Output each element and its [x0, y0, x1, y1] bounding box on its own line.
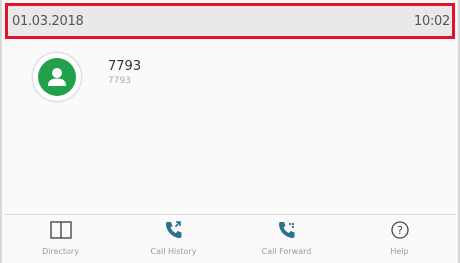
call-history-icon: [162, 219, 186, 241]
softkey-call-forward[interactable]: Call Forward: [230, 215, 343, 261]
directory-icon: [49, 219, 73, 241]
contact-text: 7793 7793: [108, 59, 141, 87]
contact-number: 7793: [108, 76, 131, 86]
status-time: 10:02: [414, 13, 450, 29]
user-icon: [38, 58, 76, 96]
status-bar: 01.03.2018 10:02: [5, 3, 455, 39]
softkey-call-history[interactable]: Call History: [117, 215, 230, 261]
avatar: [32, 52, 82, 102]
softkey-label: Help: [390, 247, 409, 256]
phone-screen: 01.03.2018 10:02 7793 7793 Directory Cal…: [0, 0, 460, 263]
contact-entry[interactable]: 7793 7793: [32, 52, 141, 102]
contact-name: 7793: [108, 59, 142, 74]
softkey-label: Directory: [42, 247, 79, 256]
softkey-label: Call Forward: [261, 247, 312, 256]
softkey-bar: Directory Call History Call Forward ? He…: [4, 215, 456, 261]
status-date: 01.03.2018: [12, 13, 84, 29]
help-icon: ?: [388, 219, 412, 241]
softkey-directory[interactable]: Directory: [4, 215, 117, 261]
softkey-label: Call History: [150, 247, 197, 256]
softkey-help[interactable]: ? Help: [343, 215, 456, 261]
call-forward-icon: [275, 219, 299, 241]
svg-text:?: ?: [397, 224, 403, 237]
